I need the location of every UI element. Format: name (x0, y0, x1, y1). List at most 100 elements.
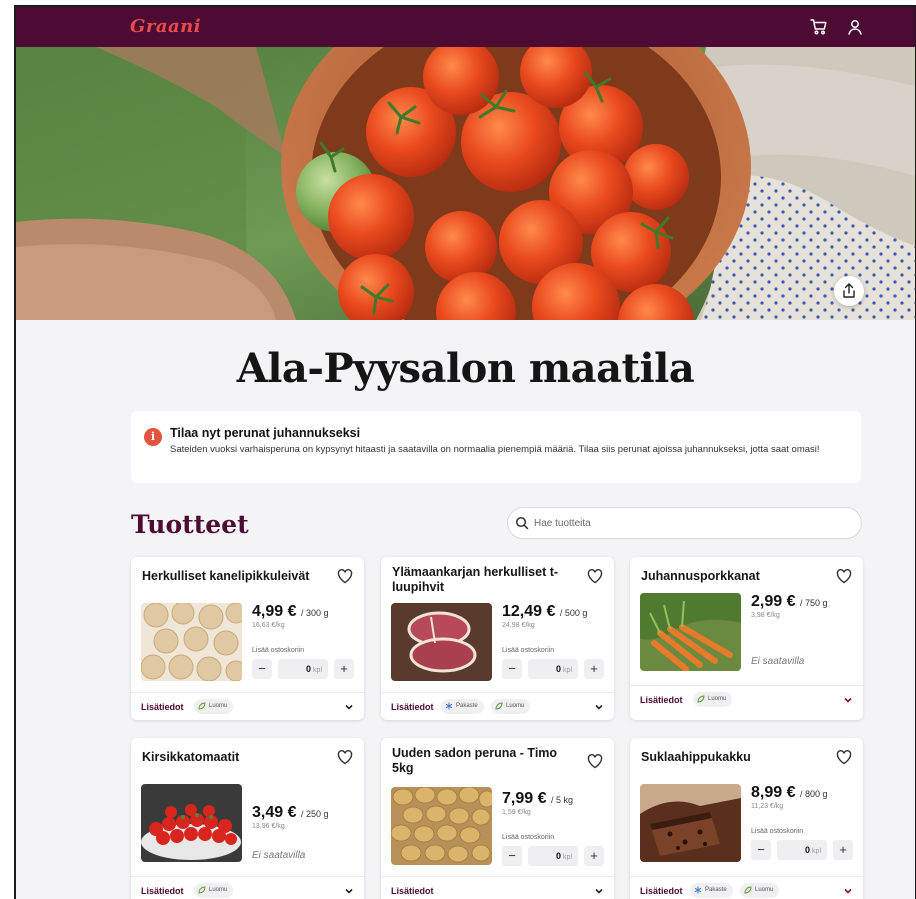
decrease-button[interactable]: − (751, 840, 771, 860)
increase-button[interactable]: + (833, 840, 853, 860)
search-input[interactable] (534, 514, 844, 532)
app-frame: Graani Ala-Pyysalon maatila i Tilaa nyt … (14, 5, 916, 899)
products-heading: Tuotteet (131, 510, 249, 539)
unavailable-label: Ei saatavilla (751, 656, 805, 667)
frozen-tag: Pakaste (690, 883, 733, 898)
shopping-cart-icon[interactable] (809, 17, 829, 37)
product-card[interactable]: Suklaahippukakku 8,99 € / 800 g 11,23 €/… (630, 738, 863, 899)
price-per-kg: 13,96 €/kg (252, 823, 285, 830)
more-info-link[interactable]: Lisätiedot (391, 702, 434, 712)
heart-icon[interactable] (835, 748, 853, 766)
heart-icon[interactable] (835, 567, 853, 585)
frozen-tag: Pakaste (441, 699, 484, 714)
notice-banner: i Tilaa nyt perunat juhannukseksi Sateid… (131, 411, 861, 483)
increase-button[interactable]: + (584, 846, 604, 866)
decrease-button[interactable]: − (502, 846, 522, 866)
organic-tag: Luomu (693, 692, 733, 707)
snowflake-icon (445, 702, 453, 710)
quantity-stepper[interactable]: − 0 kpl + (502, 659, 604, 679)
quantity-stepper[interactable]: − 0 kpl + (252, 659, 354, 679)
snowflake-icon (694, 886, 702, 894)
quantity-value[interactable]: 0 kpl (777, 840, 827, 860)
quantity-value[interactable]: 0 kpl (278, 659, 328, 679)
page-title: Ala-Pyysalon maatila (236, 345, 695, 392)
decrease-button[interactable]: − (502, 659, 522, 679)
search-icon (515, 516, 529, 530)
user-icon[interactable] (845, 17, 865, 37)
card-footer: Lisätiedot (381, 876, 614, 899)
add-to-cart-label: Lisää ostoskoriin (751, 828, 804, 835)
share-icon (843, 283, 855, 298)
notice-text: Sateiden vuoksi varhaisperuna on kypsyny… (170, 444, 820, 455)
product-name[interactable]: Herkulliset kanelipikkuleivät (142, 569, 317, 584)
product-image[interactable] (141, 603, 242, 681)
chevron-down-icon[interactable] (344, 702, 354, 712)
more-info-link[interactable]: Lisätiedot (640, 695, 683, 705)
product-image[interactable] (391, 603, 492, 681)
add-to-cart-label: Lisää ostoskoriin (502, 647, 555, 654)
heart-icon[interactable] (586, 567, 604, 585)
product-card[interactable]: Ylämaankarjan herkulliset t-luupihvit 12… (381, 557, 614, 720)
product-name[interactable]: Uuden sadon peruna - Timo 5kg (392, 746, 567, 776)
product-name[interactable]: Juhannusporkkanat (641, 569, 816, 584)
product-name[interactable]: Suklaahippukakku (641, 750, 816, 765)
product-price: 2,99 € / 750 g (751, 593, 828, 610)
leaf-icon (495, 702, 503, 710)
chevron-down-icon[interactable] (843, 695, 853, 705)
notice-title: Tilaa nyt perunat juhannukseksi (170, 426, 361, 440)
product-price: 8,99 € / 800 g (751, 784, 828, 801)
decrease-button[interactable]: − (252, 659, 272, 679)
product-card[interactable]: Kirsikkatomaatit 3,49 € / 250 g 13,96 €/… (131, 738, 364, 899)
product-card[interactable]: Herkulliset kanelipikkuleivät 4,99 € / 3… (131, 557, 364, 720)
heart-icon[interactable] (336, 748, 354, 766)
card-footer: Lisätiedot Luomu (131, 692, 364, 720)
product-image[interactable] (391, 787, 492, 865)
more-info-link[interactable]: Lisätiedot (141, 702, 184, 712)
share-button[interactable] (834, 276, 864, 306)
leaf-icon (697, 695, 705, 703)
more-info-link[interactable]: Lisätiedot (640, 886, 683, 896)
chevron-down-icon[interactable] (843, 886, 853, 896)
increase-button[interactable]: + (584, 659, 604, 679)
more-info-link[interactable]: Lisätiedot (141, 886, 184, 896)
info-icon: i (144, 428, 162, 446)
product-name[interactable]: Kirsikkatomaatit (142, 750, 317, 765)
price-per-kg: 16,63 €/kg (252, 622, 285, 629)
leaf-icon (198, 886, 206, 894)
add-to-cart-label: Lisää ostoskoriin (502, 834, 555, 841)
heart-icon[interactable] (336, 567, 354, 585)
search-box[interactable] (507, 507, 862, 539)
product-image[interactable] (640, 784, 741, 862)
price-per-kg: 1,59 €/kg (502, 809, 531, 816)
hero-image (16, 47, 915, 320)
chevron-down-icon[interactable] (594, 702, 604, 712)
product-image[interactable] (141, 784, 242, 862)
heart-icon[interactable] (586, 752, 604, 770)
card-footer: Lisätiedot Luomu (131, 876, 364, 899)
leaf-icon (744, 886, 752, 894)
card-footer: Lisätiedot Luomu (630, 685, 863, 713)
top-bar: Graani (16, 7, 915, 47)
chevron-down-icon[interactable] (344, 886, 354, 896)
organic-tag: Luomu (491, 699, 531, 714)
leaf-icon (198, 702, 206, 710)
increase-button[interactable]: + (334, 659, 354, 679)
quantity-stepper[interactable]: − 0 kpl + (502, 846, 604, 866)
quantity-stepper[interactable]: − 0 kpl + (751, 840, 853, 860)
more-info-link[interactable]: Lisätiedot (391, 886, 434, 896)
product-name[interactable]: Ylämaankarjan herkulliset t-luupihvit (392, 565, 567, 595)
product-card[interactable]: Uuden sadon peruna - Timo 5kg 7,99 € / 5… (381, 738, 614, 899)
card-footer: Lisätiedot Pakaste Luomu (381, 692, 614, 720)
product-price: 12,49 € / 500 g (502, 603, 588, 620)
price-per-kg: 11,23 €/kg (751, 803, 784, 810)
brand-logo[interactable]: Graani (130, 16, 201, 37)
product-price: 3,49 € / 250 g (252, 804, 329, 821)
quantity-value[interactable]: 0 kpl (528, 846, 578, 866)
quantity-value[interactable]: 0 kpl (528, 659, 578, 679)
product-price: 7,99 € / 5 kg (502, 790, 573, 807)
chevron-down-icon[interactable] (594, 886, 604, 896)
product-image[interactable] (640, 593, 741, 671)
product-card[interactable]: Juhannusporkkanat 2,99 € / 750 g 3,98 €/… (630, 557, 863, 720)
price-per-kg: 3,98 €/kg (751, 612, 780, 619)
card-footer: Lisätiedot Pakaste Luomu (630, 876, 863, 899)
